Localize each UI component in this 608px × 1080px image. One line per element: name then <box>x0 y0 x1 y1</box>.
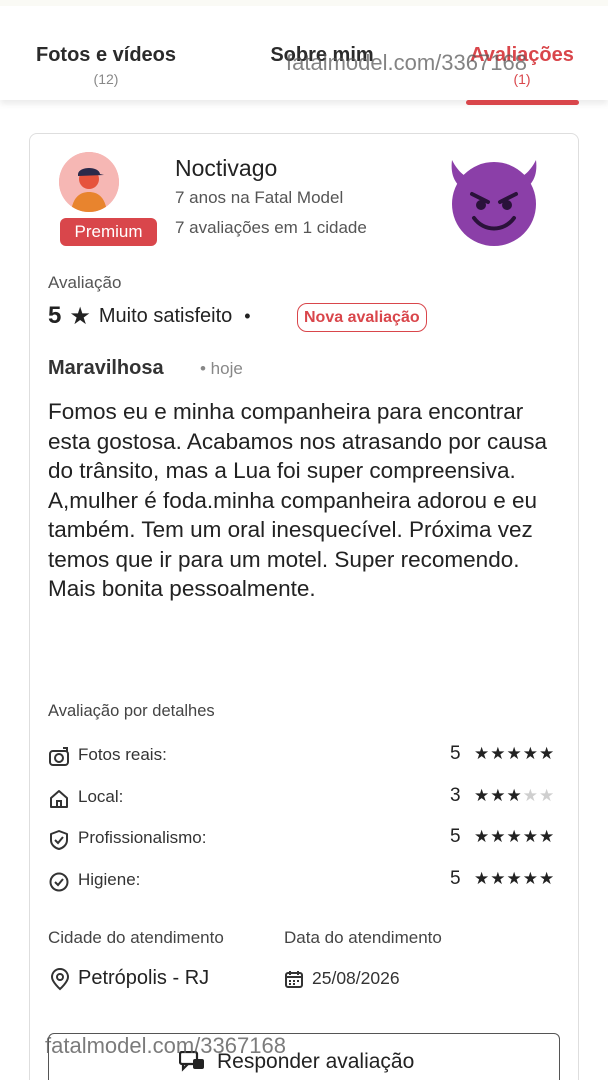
home-icon <box>50 790 68 808</box>
watermark-top: fatalmodel.com/3367168 <box>286 50 527 75</box>
check-circle-icon <box>49 872 69 892</box>
detail-score: 5 <box>450 743 461 764</box>
rating-label: Avaliação <box>48 273 122 292</box>
star-icon: ★ <box>490 786 507 805</box>
star-icon: ★ <box>522 786 539 805</box>
reviewer-name[interactable]: Noctivago <box>175 155 277 182</box>
detail-score: 5 <box>450 868 461 889</box>
avatar[interactable] <box>59 152 119 212</box>
location-pin-icon <box>50 967 70 991</box>
detail-row-fotos-reais: Fotos reais: 5 ★★★★★ <box>48 743 564 773</box>
star-icon: ★ <box>522 869 539 888</box>
camera-icon <box>49 747 69 766</box>
date-value: 25/08/2026 <box>312 968 400 988</box>
detail-label: Profissionalismo: <box>78 828 207 847</box>
detail-stars: ★★★★★ <box>474 827 555 847</box>
city-label: Cidade do atendimento <box>48 928 224 947</box>
tab-count: (12) <box>93 71 119 87</box>
detail-row-profissionalismo: Profissionalismo: 5 ★★★★★ <box>48 826 564 856</box>
rating-text: Muito satisfeito <box>98 304 233 327</box>
watermark-bottom: fatalmodel.com/3367168 <box>45 1033 286 1058</box>
star-icon: ★ <box>539 744 556 763</box>
detail-stars: ★★★★★ <box>474 786 555 806</box>
reviewer-years: 7 anos na Fatal Model <box>175 188 344 207</box>
star-icon: ★ <box>474 786 491 805</box>
detail-label: Higiene: <box>78 870 141 889</box>
detail-row-local: Local: 3 ★★★★★ <box>48 785 564 815</box>
star-icon: ★ <box>522 827 539 846</box>
date-label: Data do atendimento <box>284 928 442 947</box>
detail-score: 5 <box>450 826 461 847</box>
smiling-devil-icon <box>451 160 537 246</box>
star-icon: ★ <box>474 744 491 763</box>
avatar-illustration <box>59 152 119 212</box>
star-icon: ★ <box>474 869 491 888</box>
city-value: Petrópolis - RJ <box>78 967 210 989</box>
star-icon: ★ <box>490 827 507 846</box>
new-review-badge: Nova avaliação <box>297 303 427 332</box>
review-title: Maravilhosa <box>48 357 164 379</box>
star-icon: ★ <box>506 744 523 763</box>
star-icon: ★ <box>539 786 556 805</box>
detail-score: 3 <box>450 785 461 806</box>
detail-label: Local: <box>78 787 124 806</box>
star-icon: ★ <box>474 827 491 846</box>
detail-row-higiene: Higiene: 5 ★★★★★ <box>48 868 564 898</box>
detail-stars: ★★★★★ <box>474 744 555 764</box>
star-icon: ★ <box>506 827 523 846</box>
tab-label: Fotos e vídeos <box>35 44 177 66</box>
details-title: Avaliação por detalhes <box>48 702 215 720</box>
star-icon: ★ <box>539 869 556 888</box>
star-icon: ★ <box>490 869 507 888</box>
star-icon: ★ <box>539 827 556 846</box>
calendar-icon <box>285 971 303 988</box>
star-icon: ★ <box>506 786 523 805</box>
rating-score: 5 <box>48 302 62 329</box>
separator-dot: • <box>244 305 251 326</box>
star-icon: ★ <box>69 302 91 330</box>
tab-bar: Fotos e vídeos (12) Sobre mim Avaliações… <box>0 0 608 105</box>
review-date: • hoje <box>200 359 243 378</box>
reviewer-evaluations: 7 avaliações em 1 cidade <box>175 218 367 237</box>
active-tab-indicator <box>466 100 579 105</box>
star-icon: ★ <box>506 869 523 888</box>
detail-label: Fotos reais: <box>78 745 167 764</box>
star-icon: ★ <box>522 744 539 763</box>
star-icon: ★ <box>490 744 507 763</box>
shield-check-icon <box>50 830 68 850</box>
rating-summary: 5 ★ Muito satisfeito • <box>48 301 251 331</box>
premium-badge: Premium <box>60 218 157 246</box>
detail-stars: ★★★★★ <box>474 869 555 889</box>
review-body: Fomos eu e minha companheira para encont… <box>48 399 548 601</box>
tab-fotos-videos[interactable]: Fotos e vídeos (12) <box>28 44 184 87</box>
